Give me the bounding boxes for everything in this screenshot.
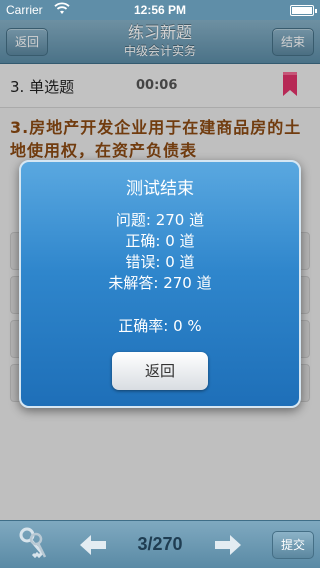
battery-icon [290, 5, 317, 16]
submit-button[interactable]: 提交 [271, 531, 314, 559]
arrow-left-icon[interactable] [80, 535, 106, 555]
correct-count: 正确: 0 道 [125, 232, 195, 250]
status-time: 12:56 PM [133, 3, 187, 17]
status-bar: Carrier 12:56 PM [0, 0, 320, 20]
dialog-title: 测试结束 [126, 179, 194, 199]
bottom-toolbar: 3/270 提交 [0, 520, 320, 568]
questions-count: 问题: 270 道 [115, 211, 205, 229]
unanswered-count: 未解答: 270 道 [108, 274, 212, 292]
result-stats: 问题: 270 道 正确: 0 道 错误: 0 道 未解答: 270 道 [21, 210, 299, 294]
arrow-right-icon[interactable] [215, 535, 241, 555]
keys-icon[interactable] [18, 527, 48, 561]
accuracy-label: 正确率: 0 % [118, 317, 202, 335]
page-indicator: 3/270 [137, 534, 183, 554]
wrong-count: 错误: 0 道 [125, 253, 195, 271]
result-dialog: 测试结束 问题: 270 道 正确: 0 道 错误: 0 道 未解答: 270 … [19, 160, 301, 408]
dialog-back-button[interactable]: 返回 [112, 352, 208, 390]
